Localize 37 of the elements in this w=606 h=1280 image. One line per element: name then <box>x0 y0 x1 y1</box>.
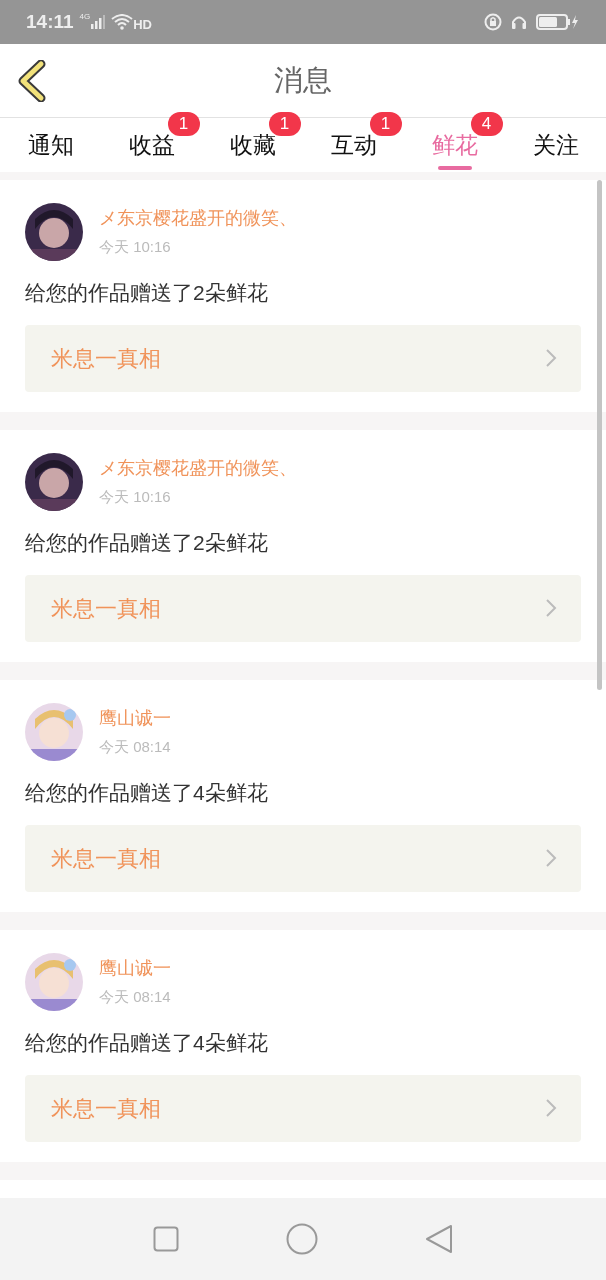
back-icon[interactable] <box>17 60 47 102</box>
work-link[interactable]: 米息一真相 <box>25 1074 581 1142</box>
status-time: 14:11 <box>26 9 74 34</box>
chevron-right-icon <box>545 848 557 868</box>
tab[interactable]: 关注 <box>505 118 606 172</box>
chevron-right-icon <box>545 598 557 618</box>
chevron-right-icon <box>545 348 557 368</box>
work-link[interactable]: 米息一真相 <box>25 824 581 892</box>
wifi-icon <box>111 14 134 30</box>
back-button[interactable] <box>424 1224 453 1254</box>
sender-name[interactable]: メ东京樱花盛开的微笑、 <box>99 205 297 233</box>
tab-indicator <box>437 166 472 170</box>
lock-rotation-icon <box>484 13 502 31</box>
work-link[interactable]: 米息一真相 <box>25 324 581 392</box>
count-badge: 4 <box>470 112 503 136</box>
message-text: 给您的作品赠送了4朵鲜花 <box>25 780 269 806</box>
work-link[interactable]: 米息一真相 <box>25 574 581 642</box>
sender-name[interactable]: 鹰山诚一 <box>99 955 171 983</box>
battery-icon <box>536 13 580 31</box>
count-badge: 1 <box>268 112 301 136</box>
network-label: 4G <box>79 11 91 23</box>
message-time: 今天 08:14 <box>99 987 171 1008</box>
page-title: 消息 <box>274 62 332 98</box>
hd-label: HD <box>133 16 152 35</box>
sender-name[interactable]: 鹰山诚一 <box>99 705 171 733</box>
chevron-right-icon <box>545 1098 557 1118</box>
message-text: 给您的作品赠送了4朵鲜花 <box>25 1030 269 1056</box>
sender-name[interactable]: メ东京樱花盛开的微笑、 <box>99 455 297 483</box>
recents-button[interactable] <box>153 1226 180 1252</box>
home-button[interactable] <box>286 1223 318 1255</box>
signal-icon <box>91 15 106 29</box>
message-text: 给您的作品赠送了2朵鲜花 <box>25 530 269 556</box>
message-time: 今天 08:14 <box>99 737 171 758</box>
message-text: 给您的作品赠送了2朵鲜花 <box>25 280 269 306</box>
tab[interactable]: 通知 <box>0 118 101 172</box>
message-time: 今天 10:16 <box>99 487 172 508</box>
message-time: 今天 10:16 <box>99 237 172 258</box>
